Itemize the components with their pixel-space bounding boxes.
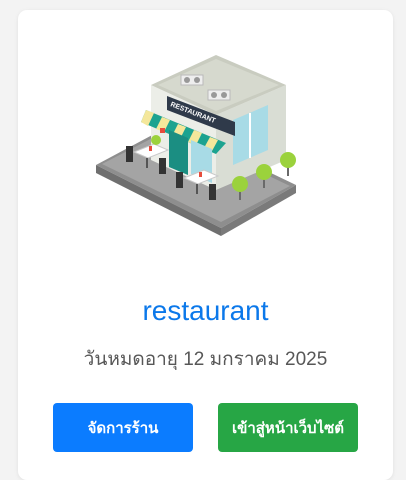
restaurant-building-icon: RESTAURANT [96, 55, 296, 236]
store-name: restaurant [142, 295, 269, 326]
manage-store-button[interactable]: จัดการร้าน [53, 403, 193, 452]
store-card: RESTAURANT restaurant วันหมดอายุ 12 มกรา… [18, 10, 393, 480]
expiry-date: วันหมดอายุ 12 มกราคม 2025 [83, 349, 328, 370]
visit-website-button[interactable]: เข้าสู่หน้าเว็บไซต์ [218, 403, 358, 452]
